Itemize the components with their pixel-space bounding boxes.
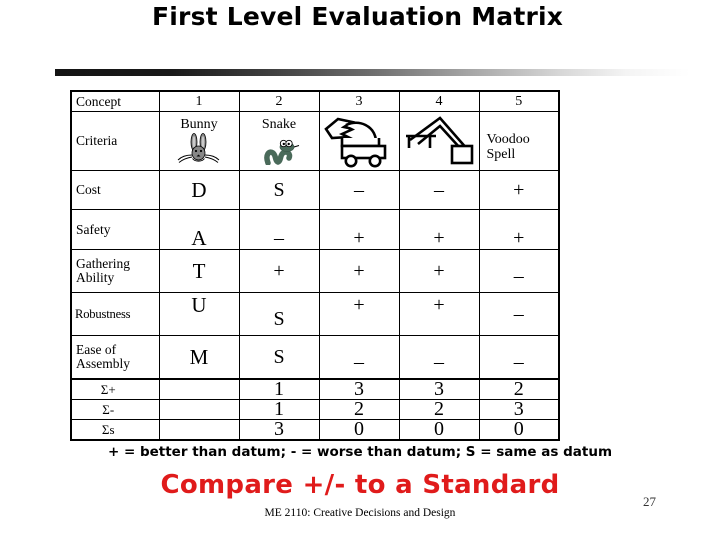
column-number-3: 3 (318, 90, 400, 112)
summary-minus-2: 1 (238, 399, 320, 420)
summary-minus-3: 2 (318, 399, 400, 420)
concept-cell-bunny: Bunny (158, 111, 240, 171)
cell-gathering-1: T (158, 249, 240, 293)
cell-ease-1: M (158, 335, 240, 380)
concept-cell-crane (398, 111, 480, 171)
cell-gathering-5: – (478, 249, 560, 293)
summary-row-same: Σs 3 0 0 0 (70, 419, 560, 441)
page-title: First Level Evaluation Matrix (152, 2, 564, 31)
summary-row-minus: Σ- 1 2 2 3 (70, 399, 560, 420)
cell-cost-3: – (318, 170, 400, 210)
course-credit: ME 2110: Creative Decisions and Design (264, 507, 456, 519)
summary-same-2: 3 (238, 419, 320, 441)
summary-same-1 (158, 419, 240, 441)
criterion-label-safety: Safety (70, 209, 160, 250)
cell-safety-2: – (238, 209, 320, 250)
concept-cell-backhoe (318, 111, 400, 171)
concept-header: Concept (70, 90, 160, 112)
table-row: Robustness U S + + – (70, 292, 560, 336)
bunny-icon (160, 133, 238, 167)
concept-name-5: Voodoo Spell (486, 132, 530, 162)
summary-minus-5: 3 (478, 399, 560, 420)
cell-ease-5: – (478, 335, 560, 380)
cell-robustness-1: U (158, 292, 240, 336)
column-number-2: 2 (238, 90, 320, 112)
criterion-label-cost: Cost (70, 170, 160, 210)
snake-icon (240, 133, 318, 167)
column-number-1: 1 (158, 90, 240, 112)
table-row: Gathering Ability T + + + – (70, 249, 560, 293)
summary-same-4: 0 (398, 419, 480, 441)
evaluation-matrix: Concept 1 2 3 4 5 Criteria Bunny Snake V… (70, 90, 560, 441)
cell-cost-2: S (238, 170, 320, 210)
crane-icon (400, 113, 478, 170)
cell-cost-1: D (158, 170, 240, 210)
cell-robustness-3: + (318, 292, 400, 336)
summary-label-minus: Σ- (70, 399, 160, 420)
summary-plus-3: 3 (318, 378, 400, 400)
matrix-header-row: Concept 1 2 3 4 5 (70, 90, 560, 112)
callout-text: Compare +/- to a Standard (160, 470, 560, 500)
page-number: 27 (643, 494, 656, 509)
concept-name-2: Snake (261, 117, 297, 132)
matrix-concept-row: Criteria Bunny Snake Voodoo Spell (70, 111, 560, 171)
column-number-4: 4 (398, 90, 480, 112)
summary-label-same: Σs (70, 419, 160, 441)
summary-same-3: 0 (318, 419, 400, 441)
criteria-header: Criteria (70, 111, 160, 171)
concept-name-1: Bunny (180, 117, 218, 132)
cell-safety-5: + (478, 209, 560, 250)
cell-gathering-2: + (238, 249, 320, 293)
criterion-label-gathering-ability: Gathering Ability (70, 249, 160, 293)
summary-label-plus: Σ+ (70, 378, 160, 400)
cell-safety-1: A (158, 209, 240, 250)
cell-cost-5: + (478, 170, 560, 210)
cell-ease-2: S (238, 335, 320, 380)
summary-minus-1 (158, 399, 240, 420)
legend-note: + = better than datum; - = worse than da… (107, 444, 613, 460)
concept-cell-voodoo: Voodoo Spell (478, 111, 560, 171)
summary-plus-2: 1 (238, 378, 320, 400)
cell-cost-4: – (398, 170, 480, 210)
concept-cell-snake: Snake (238, 111, 320, 171)
table-row: Cost D S – – + (70, 170, 560, 210)
criterion-label-ease-of-assembly: Ease of Assembly (70, 335, 160, 380)
title-divider-gradient (55, 69, 690, 76)
column-number-5: 5 (478, 90, 560, 112)
cell-robustness-5: – (478, 292, 560, 336)
cell-ease-4: – (398, 335, 480, 380)
summary-plus-1 (158, 378, 240, 400)
summary-plus-4: 3 (398, 378, 480, 400)
criterion-label-robustness: Robustness (70, 292, 160, 336)
summary-plus-5: 2 (478, 378, 560, 400)
summary-row-plus: Σ+ 1 3 3 2 (70, 378, 560, 400)
summary-same-5: 0 (478, 419, 560, 441)
cell-safety-4: + (398, 209, 480, 250)
cell-robustness-2: S (238, 292, 320, 336)
cell-ease-3: – (318, 335, 400, 380)
table-row: Safety A – + + + (70, 209, 560, 250)
cell-robustness-4: + (398, 292, 480, 336)
cell-gathering-4: + (398, 249, 480, 293)
backhoe-icon (320, 113, 398, 170)
cell-gathering-3: + (318, 249, 400, 293)
cell-safety-3: + (318, 209, 400, 250)
table-row: Ease of Assembly M S – – – (70, 335, 560, 380)
summary-minus-4: 2 (398, 399, 480, 420)
